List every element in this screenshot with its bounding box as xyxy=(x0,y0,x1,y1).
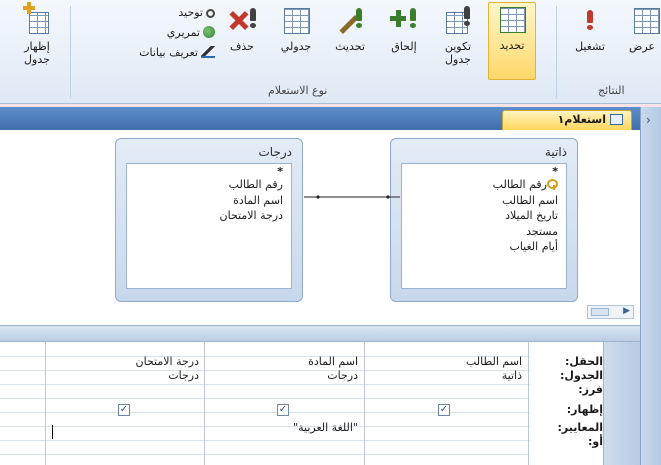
delete-x-icon xyxy=(226,6,258,38)
grid-cell-field[interactable]: اسم المادة xyxy=(206,356,362,368)
grid-cell-table[interactable]: ذاتية xyxy=(366,370,526,382)
crosstab-button[interactable]: جدولي xyxy=(272,4,320,82)
grid-column-divider xyxy=(364,342,365,465)
chevron-right-icon[interactable]: › xyxy=(646,113,651,127)
grid-cell-criteria[interactable]: "اللغة العربية" xyxy=(206,422,362,434)
document-tab-bar: استعلام١ xyxy=(0,107,640,130)
show-checkbox[interactable]: ✓ xyxy=(438,404,450,416)
union-rings-icon xyxy=(206,9,215,18)
grid-row-line xyxy=(0,454,530,455)
join-endpoint xyxy=(386,195,390,199)
row-label-criteria: المعايير: xyxy=(557,421,603,434)
show-table-button[interactable]: إظهار جدول xyxy=(12,2,62,82)
run-button[interactable]: تشغيل xyxy=(566,4,614,82)
row-label-table: الجدول: xyxy=(560,369,603,382)
scroll-thumb[interactable] xyxy=(591,308,609,316)
tab-query1[interactable]: استعلام١ xyxy=(502,110,632,130)
grid-row-line xyxy=(0,384,530,385)
grid-cell-field[interactable]: اسم الطالب xyxy=(366,356,526,368)
grid-column-divider xyxy=(528,342,529,465)
query-tab-icon xyxy=(610,114,623,125)
update-button[interactable]: تحديث xyxy=(326,4,374,82)
union-button[interactable]: توحيد xyxy=(115,6,215,19)
grid-row-line xyxy=(0,398,530,399)
grid-row-line xyxy=(0,412,530,413)
scroll-right-arrow-icon[interactable]: ▶ xyxy=(623,306,630,316)
globe-icon xyxy=(203,26,215,38)
row-label-or: أو: xyxy=(587,435,603,448)
show-table-icon xyxy=(21,2,53,38)
horizontal-scrollbar[interactable]: ▶ xyxy=(587,305,634,319)
run-exclamation-icon xyxy=(574,6,606,38)
query-design-grid: الحقل: الجدول: فرز: إظهار: المعايير: أو:… xyxy=(0,342,640,465)
ribbon: عرض تشغيل النتائج تحديد تكوين جدول إلحاق xyxy=(0,0,661,104)
view-button[interactable]: عرض xyxy=(620,4,661,82)
property-sheet-strip[interactable] xyxy=(603,342,640,465)
grid-cell-table[interactable]: درجات xyxy=(47,370,203,382)
group-separator xyxy=(70,6,71,98)
grid-column-divider xyxy=(204,342,205,465)
grid-row-line xyxy=(0,440,530,441)
select-query-icon xyxy=(496,5,528,37)
navigation-pane-collapsed[interactable]: › xyxy=(640,107,661,465)
show-checkbox[interactable]: ✓ xyxy=(277,404,289,416)
show-checkbox[interactable]: ✓ xyxy=(118,404,130,416)
row-label-sort: فرز: xyxy=(578,383,603,396)
results-group-caption: النتائج xyxy=(598,84,625,97)
datasheet-view-icon xyxy=(626,6,660,38)
join-endpoint xyxy=(316,195,320,199)
query-type-group-caption: نوع الاستعلام xyxy=(268,84,328,97)
grid-cell-table[interactable]: درجات xyxy=(206,370,362,382)
row-label-field: الحقل: xyxy=(565,355,603,368)
data-definition-button[interactable]: تعريف بيانات xyxy=(82,46,215,59)
pass-through-button[interactable]: تمريري xyxy=(115,26,215,39)
append-plus-icon xyxy=(388,6,420,38)
append-button[interactable]: إلحاق xyxy=(380,4,428,82)
join-line[interactable] xyxy=(0,130,640,325)
make-table-icon xyxy=(442,6,474,38)
group-separator xyxy=(556,6,557,98)
query-design-area: ذاتية * رقم الطالب اسم الطالب تاريخ المي… xyxy=(0,130,640,325)
delete-button[interactable]: حذف xyxy=(218,4,266,82)
grid-column-divider xyxy=(45,342,46,465)
make-table-button[interactable]: تكوين جدول xyxy=(434,4,482,82)
update-pencil-icon xyxy=(334,6,366,38)
pane-splitter[interactable] xyxy=(0,325,640,342)
crosstab-grid-icon xyxy=(280,6,312,38)
grid-cell-field[interactable]: درجة الامتحان xyxy=(47,356,203,368)
select-query-button[interactable]: تحديد xyxy=(488,2,536,80)
row-label-show: إظهار: xyxy=(566,403,603,416)
data-definition-pencil-icon xyxy=(201,46,215,58)
text-cursor xyxy=(52,425,53,439)
